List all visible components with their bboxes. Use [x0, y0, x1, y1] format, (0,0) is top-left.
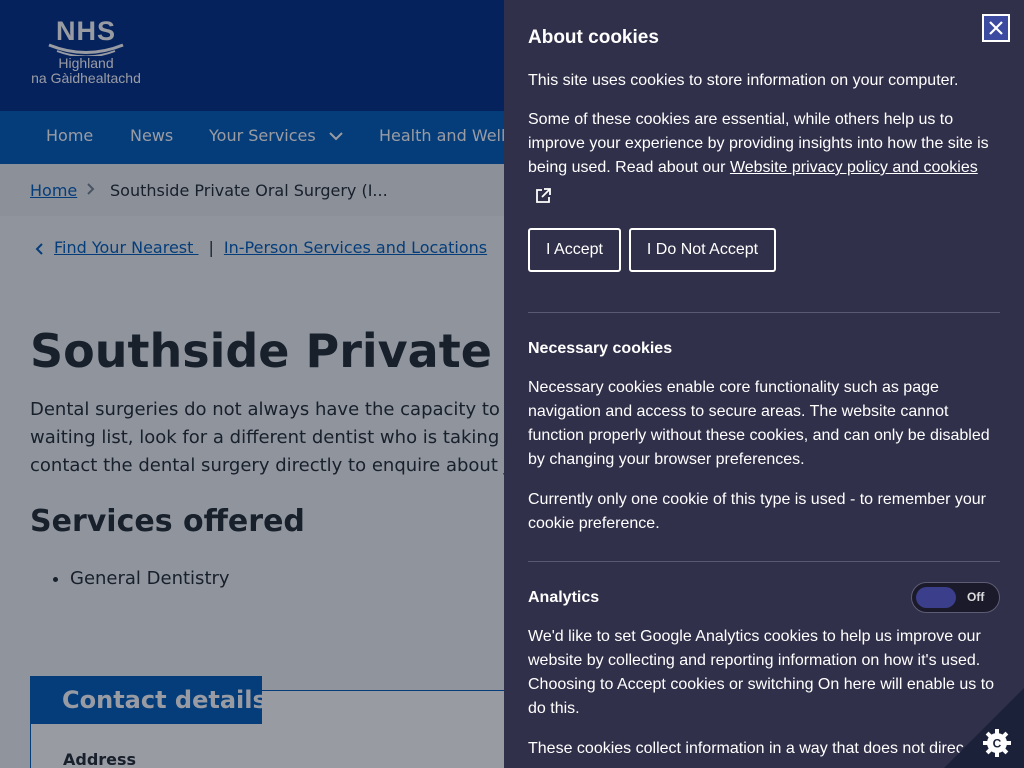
close-button[interactable] — [982, 14, 1010, 42]
necessary-cookies-text: Necessary cookies enable core functional… — [528, 379, 990, 468]
cookie-intro-text: This site uses cookies to store informat… — [528, 72, 959, 89]
cookie-settings-icon: C — [983, 729, 1011, 757]
accept-cookies-button[interactable]: I Accept — [528, 228, 621, 272]
privacy-policy-link[interactable]: Website privacy policy and cookies — [730, 159, 978, 176]
close-icon — [989, 21, 1003, 35]
toggle-state-label: Off — [967, 590, 985, 604]
divider — [528, 312, 1000, 313]
toggle-knob — [916, 587, 956, 608]
analytics-toggle[interactable]: Off — [911, 582, 1000, 613]
svg-text:C: C — [993, 737, 1002, 751]
necessary-cookies-note: Currently only one cookie of this type i… — [528, 491, 986, 532]
necessary-cookies-heading: Necessary cookies — [528, 340, 673, 357]
divider — [528, 561, 1000, 562]
analytics-text: We'd like to set Google Analytics cookie… — [528, 628, 995, 717]
analytics-more-text: These cookies collect information in a w… — [528, 740, 964, 757]
cookie-panel-title: About cookies — [528, 27, 659, 48]
decline-cookies-button[interactable]: I Do Not Accept — [629, 228, 776, 272]
analytics-heading: Analytics — [528, 589, 600, 606]
cookie-essential-text: Some of these cookies are essential, whi… — [528, 108, 998, 208]
external-link-icon[interactable] — [534, 187, 552, 205]
cookie-panel: About cookies This site uses cookies to … — [504, 0, 1024, 768]
